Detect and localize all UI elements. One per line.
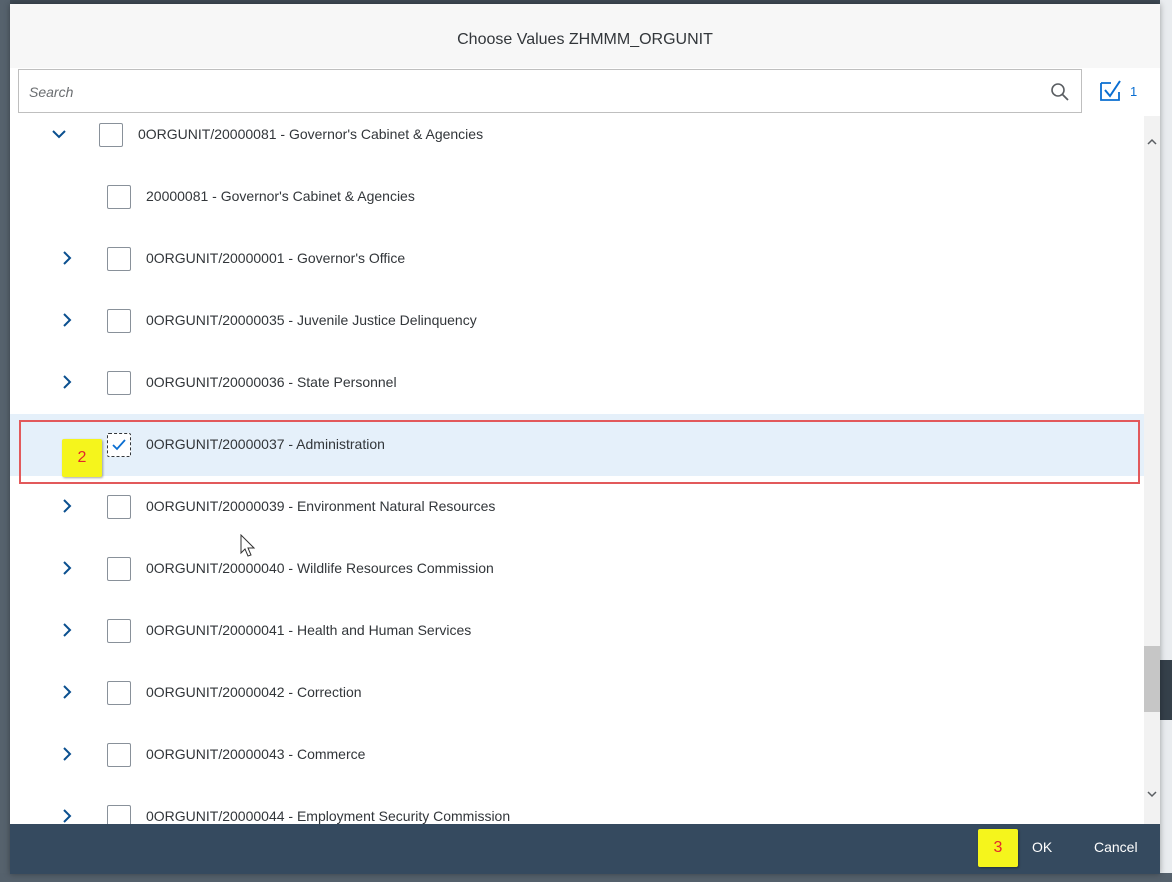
item-checkbox[interactable] xyxy=(99,123,123,147)
tree-item-label: 0ORGUNIT/20000044 - Employment Security … xyxy=(146,808,511,824)
chevron-right-icon[interactable] xyxy=(58,621,76,639)
scroll-up-icon[interactable] xyxy=(1146,136,1158,148)
tree-item[interactable]: 0ORGUNIT/20000001 - Governor's Office xyxy=(10,228,1144,290)
item-checkbox[interactable] xyxy=(107,557,131,581)
tree-item[interactable]: 0ORGUNIT/20000037 - Administration xyxy=(10,414,1144,476)
tree-item[interactable]: 20000081 - Governor's Cabinet & Agencies xyxy=(10,166,1144,228)
item-checkbox[interactable] xyxy=(107,805,131,824)
tree-item[interactable]: 0ORGUNIT/20000036 - State Personnel xyxy=(10,352,1144,414)
tree-item-label: 0ORGUNIT/20000036 - State Personnel xyxy=(146,374,397,390)
item-checkbox[interactable] xyxy=(107,433,131,457)
chevron-right-icon[interactable] xyxy=(58,807,76,824)
selected-count: 1 xyxy=(1130,84,1138,99)
tree-item-label: 0ORGUNIT/20000037 - Administration xyxy=(146,436,385,452)
item-checkbox[interactable] xyxy=(107,743,131,767)
tree-item-label: 0ORGUNIT/20000042 - Correction xyxy=(146,684,362,700)
tree-item-label: 0ORGUNIT/20000081 - Governor's Cabinet &… xyxy=(138,126,484,142)
mouse-cursor-icon xyxy=(240,534,256,557)
scrollbar-thumb[interactable] xyxy=(1144,646,1160,712)
item-checkbox[interactable] xyxy=(107,185,131,209)
tree-item-label: 0ORGUNIT/20000043 - Commerce xyxy=(146,746,366,762)
tree-item-label: 0ORGUNIT/20000035 - Juvenile Justice Del… xyxy=(146,312,477,328)
tree-item-label: 0ORGUNIT/20000039 - Environment Natural … xyxy=(146,498,496,514)
dialog-title: Choose Values ZHMMM_ORGUNIT xyxy=(457,31,713,48)
tree-item-label: 0ORGUNIT/20000041 - Health and Human Ser… xyxy=(146,622,472,638)
cancel-button[interactable]: Cancel xyxy=(1094,839,1138,855)
checklist-icon xyxy=(1100,80,1121,101)
scroll-down-icon[interactable] xyxy=(1146,788,1158,800)
tree-item[interactable]: 0ORGUNIT/20000043 - Commerce xyxy=(10,724,1144,786)
item-checkbox[interactable] xyxy=(107,371,131,395)
item-checkbox[interactable] xyxy=(107,619,131,643)
dialog-header: Choose Values ZHMMM_ORGUNIT xyxy=(10,4,1160,68)
item-checkbox[interactable] xyxy=(107,495,131,519)
background-app-left xyxy=(0,0,10,882)
tree-item-label: 0ORGUNIT/20000040 - Wildlife Resources C… xyxy=(146,560,494,576)
background-app-bottom xyxy=(0,873,1172,882)
chevron-right-icon[interactable] xyxy=(58,559,76,577)
step-badge-3: 3 xyxy=(978,829,1018,867)
tree-item[interactable]: 0ORGUNIT/20000035 - Juvenile Justice Del… xyxy=(10,290,1144,352)
background-app-right xyxy=(1160,0,1172,882)
value-help-dialog: Choose Values ZHMMM_ORGUNIT 1 0ORGUNIT/2… xyxy=(10,4,1160,874)
tree-item-label: 0ORGUNIT/20000001 - Governor's Office xyxy=(146,250,406,266)
chevron-right-icon[interactable] xyxy=(58,683,76,701)
chevron-right-icon[interactable] xyxy=(58,745,76,763)
chevron-right-icon[interactable] xyxy=(58,311,76,329)
search-icon[interactable] xyxy=(1049,81,1071,103)
chevron-right-icon[interactable] xyxy=(58,497,76,515)
item-checkbox[interactable] xyxy=(107,309,131,333)
item-checkbox[interactable] xyxy=(107,681,131,705)
ok-button[interactable]: OK xyxy=(1032,839,1052,855)
vertical-scrollbar[interactable] xyxy=(1144,116,1160,824)
tree-item[interactable]: 0ORGUNIT/20000040 - Wildlife Resources C… xyxy=(10,538,1144,600)
item-checkbox[interactable] xyxy=(107,247,131,271)
tree-item[interactable]: 0ORGUNIT/20000042 - Correction xyxy=(10,662,1144,724)
chevron-right-icon[interactable] xyxy=(58,249,76,267)
checkmark-icon xyxy=(112,439,126,451)
step-badge-2: 2 xyxy=(62,439,102,477)
tree-item-label: 20000081 - Governor's Cabinet & Agencies xyxy=(146,188,415,204)
tree-item[interactable]: 0ORGUNIT/20000041 - Health and Human Ser… xyxy=(10,600,1144,662)
search-input[interactable] xyxy=(29,81,1009,103)
search-bar xyxy=(18,69,1082,113)
tree-item[interactable]: 0ORGUNIT/20000039 - Environment Natural … xyxy=(10,476,1144,538)
tree-item[interactable]: 0ORGUNIT/20000081 - Governor's Cabinet &… xyxy=(10,116,1144,166)
show-selected-button[interactable]: 1 xyxy=(1098,78,1150,104)
tree-item[interactable]: 0ORGUNIT/20000044 - Employment Security … xyxy=(10,786,1144,824)
chevron-down-icon[interactable] xyxy=(50,125,68,143)
tree-list: 0ORGUNIT/20000081 - Governor's Cabinet &… xyxy=(10,116,1144,824)
dialog-footer: 3 OK Cancel xyxy=(10,824,1160,874)
chevron-right-icon[interactable] xyxy=(58,373,76,391)
